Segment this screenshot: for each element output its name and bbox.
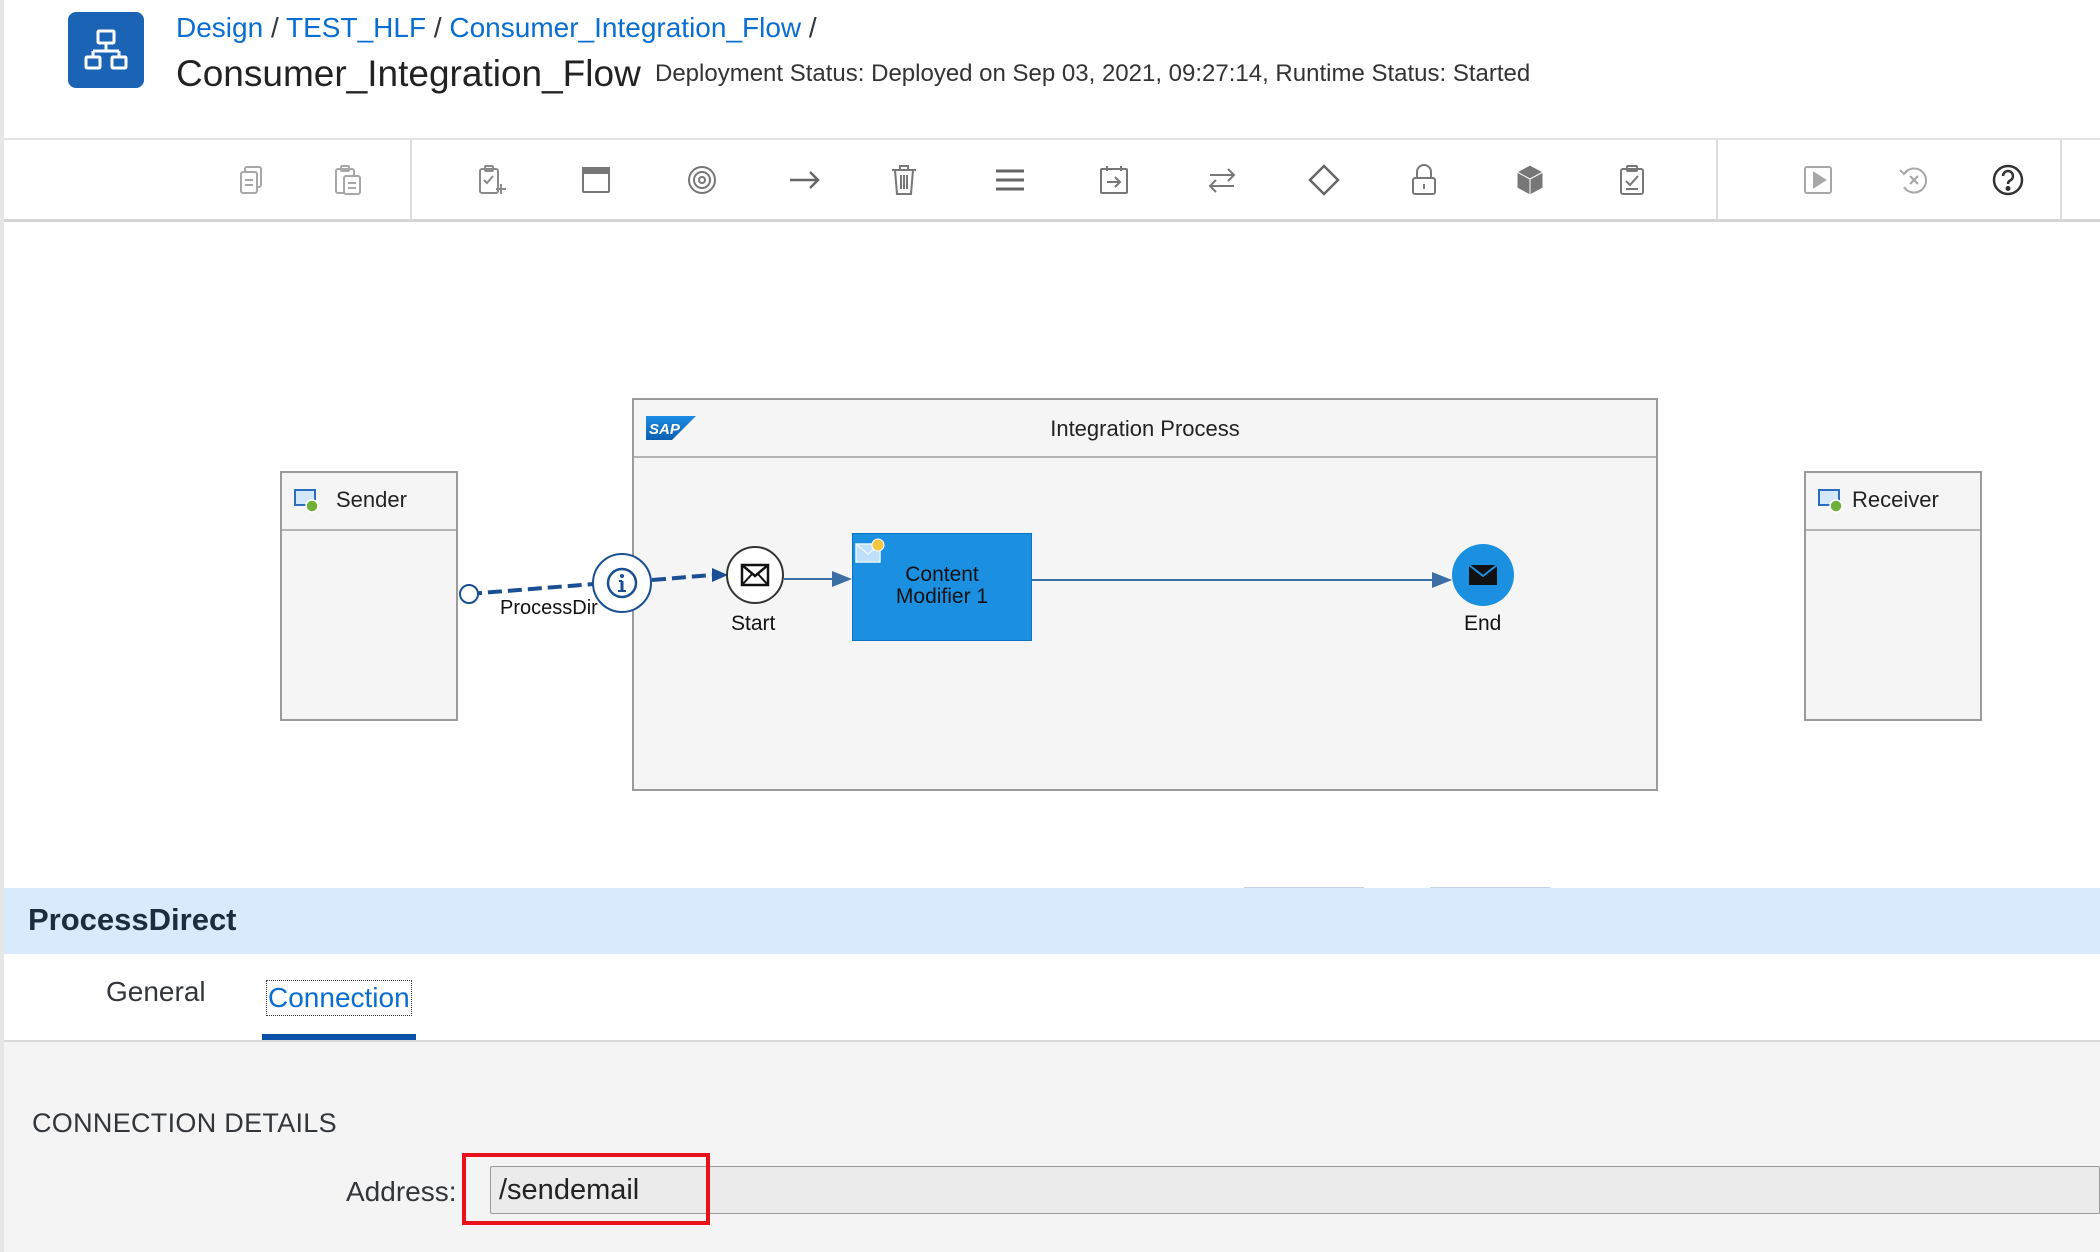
processdirect-channel-line xyxy=(651,573,713,582)
address-input[interactable] xyxy=(490,1166,2100,1214)
info-icon xyxy=(606,567,638,599)
channel-info-icon[interactable] xyxy=(592,553,652,613)
sequence-arrowhead xyxy=(832,571,852,587)
section-heading: CONNECTION DETAILS xyxy=(32,1108,337,1138)
channel-start-point xyxy=(459,584,479,604)
end-event[interactable] xyxy=(1452,544,1514,606)
start-event-label: Start xyxy=(731,612,776,635)
properties-title: ProcessDirect xyxy=(28,902,237,937)
content-modifier-label-line: Modifier 1 xyxy=(895,585,989,608)
connection-details-section: CONNECTION DETAILS Address: xyxy=(4,1042,2100,1252)
selected-tab-indicator xyxy=(262,1034,416,1040)
properties-header: ProcessDirect xyxy=(4,888,2100,954)
envelope-icon xyxy=(740,563,770,587)
panel-resize-handle[interactable] xyxy=(4,880,2100,892)
content-modifier-icon xyxy=(855,538,885,563)
processdirect-channel-line xyxy=(467,582,595,596)
channel-label: ProcessDir xyxy=(500,597,598,619)
properties-tabs: General Connection xyxy=(4,954,2100,1042)
content-modifier-step[interactable]: Content Modifier 1 xyxy=(852,533,1032,641)
start-event[interactable] xyxy=(726,546,784,604)
content-modifier-label: Content Modifier 1 xyxy=(853,564,1031,608)
content-modifier-label-line: Content xyxy=(905,563,979,586)
end-event-label: End xyxy=(1464,612,1502,635)
envelope-icon xyxy=(1468,564,1498,585)
tab-connection[interactable]: Connection xyxy=(266,980,412,1016)
tab-general[interactable]: General xyxy=(106,976,206,1008)
sequence-arrowhead xyxy=(1432,572,1452,588)
address-label: Address: xyxy=(346,1176,457,1207)
